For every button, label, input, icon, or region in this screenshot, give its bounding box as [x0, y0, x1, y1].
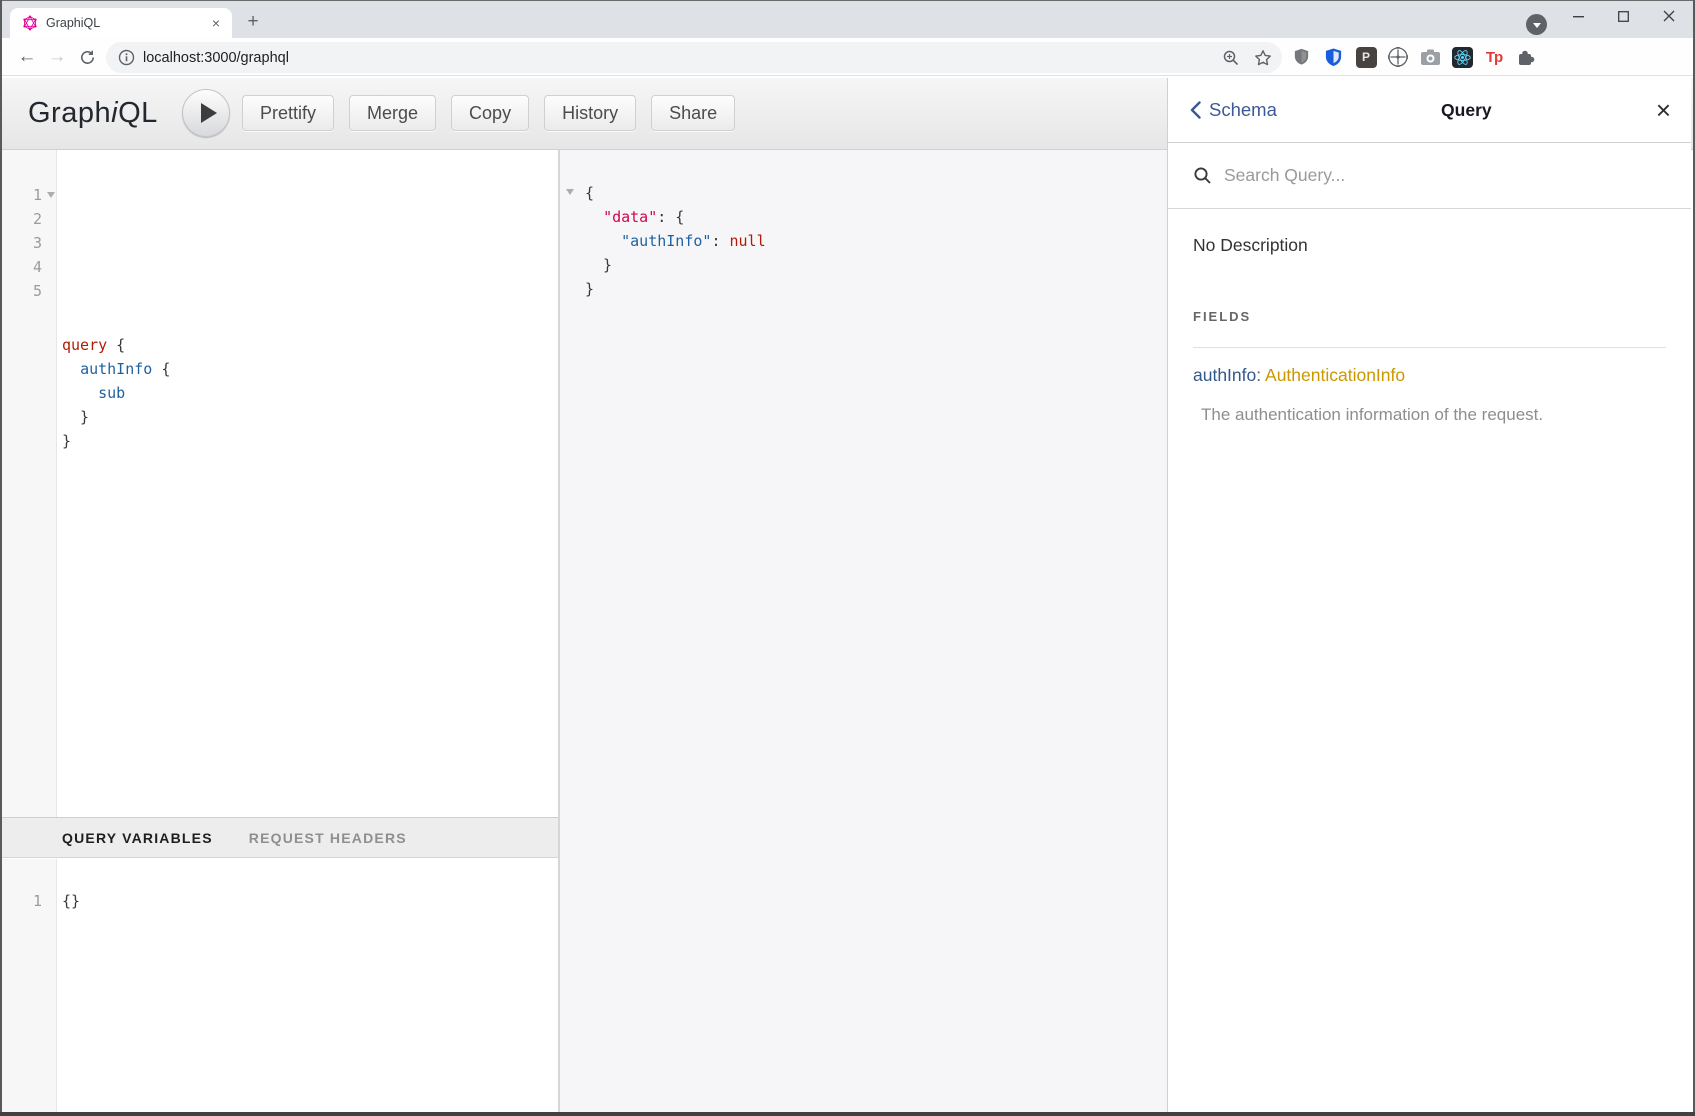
field-name-link[interactable]: authInfo: [1193, 365, 1256, 385]
doc-explorer-panel: Schema Query × No Description FIELDS aut…: [1167, 78, 1691, 1112]
bottom-tab-bar: QUERY VARIABLES REQUEST HEADERS: [2, 817, 558, 858]
query-editor[interactable]: 1 2 3 4 5 query { authInfo { sub } }: [2, 150, 558, 817]
fold-arrow-icon[interactable]: [47, 192, 55, 198]
ext-shield-icon[interactable]: [1289, 45, 1313, 69]
close-button[interactable]: [1646, 1, 1691, 31]
line-number-gutter: 1: [2, 859, 57, 1112]
prettify-button[interactable]: Prettify: [242, 95, 334, 131]
window-border-left: [0, 0, 2, 1116]
doc-back-label: Schema: [1209, 99, 1277, 121]
share-button[interactable]: Share: [651, 95, 735, 131]
tab-request-headers[interactable]: REQUEST HEADERS: [249, 830, 407, 846]
new-tab-button[interactable]: +: [240, 10, 266, 36]
chevron-down-icon: [1533, 23, 1541, 28]
maximize-button[interactable]: [1601, 1, 1646, 31]
address-bar[interactable]: localhost:3000/graphql: [106, 42, 1282, 73]
merge-button[interactable]: Merge: [349, 95, 436, 131]
window-border-bottom: [0, 1112, 1695, 1116]
result-viewer: { "data": { "authInfo": null } }: [560, 150, 1167, 1112]
forward-button[interactable]: →: [42, 38, 72, 76]
fields-heading: FIELDS: [1193, 309, 1666, 324]
bookmark-star-icon[interactable]: [1254, 49, 1272, 67]
type-name-link[interactable]: AuthenticationInfo: [1265, 365, 1405, 385]
browser-tab[interactable]: GraphiQL ×: [10, 8, 232, 38]
url-text[interactable]: localhost:3000/graphql: [143, 50, 1222, 66]
browser-toolbar: ← → localhost:3000/graphql: [2, 38, 1693, 76]
variables-editor[interactable]: 1 {}: [2, 859, 558, 1112]
back-button[interactable]: ←: [12, 38, 42, 76]
window-border-top: [0, 0, 1695, 1]
search-icon: [1193, 166, 1212, 185]
browser-window: GraphiQL × + ← →: [0, 0, 1695, 1116]
fold-arrow-icon[interactable]: [566, 189, 574, 195]
ext-tp-icon[interactable]: Tp: [1482, 45, 1506, 69]
doc-close-icon[interactable]: ×: [1656, 97, 1671, 123]
field-item: authInfo: AuthenticationInfo: [1193, 365, 1666, 386]
tab-title: GraphiQL: [46, 16, 208, 30]
ext-react-devtools-icon[interactable]: [1450, 45, 1474, 69]
tab-query-variables[interactable]: QUERY VARIABLES: [62, 830, 213, 846]
type-description: No Description: [1193, 235, 1666, 256]
doc-title: Query: [1277, 100, 1656, 121]
history-button[interactable]: History: [544, 95, 636, 131]
ext-camera-icon[interactable]: [1418, 45, 1442, 69]
chevron-left-icon: [1190, 101, 1201, 119]
window-controls: [1556, 1, 1691, 31]
line-number-gutter: 1 2 3 4 5: [2, 150, 57, 817]
doc-body: No Description FIELDS authInfo: Authenti…: [1168, 209, 1691, 425]
play-icon: [201, 103, 217, 123]
doc-search-row: [1168, 143, 1691, 209]
field-description: The authentication information of the re…: [1201, 405, 1666, 425]
ext-crosshair-icon[interactable]: [1386, 45, 1410, 69]
status-chevron-icon[interactable]: [1526, 14, 1547, 35]
graphql-favicon-icon: [22, 15, 38, 31]
ext-p-icon[interactable]: P: [1354, 45, 1378, 69]
minimize-button[interactable]: [1556, 1, 1601, 31]
extensions-puzzle-icon[interactable]: [1514, 45, 1538, 69]
reload-button[interactable]: [72, 38, 102, 76]
doc-back-link[interactable]: Schema: [1190, 99, 1277, 121]
tab-strip: GraphiQL × +: [2, 1, 1693, 38]
zoom-icon[interactable]: [1222, 49, 1240, 67]
doc-search-input[interactable]: [1224, 165, 1666, 186]
tab-close-icon[interactable]: ×: [208, 15, 224, 31]
fields-divider: [1193, 347, 1666, 348]
graphiql-logo: GraphiQL: [28, 78, 158, 149]
doc-explorer-header: Schema Query ×: [1168, 78, 1691, 143]
ext-bitwarden-icon[interactable]: [1321, 45, 1345, 69]
info-icon[interactable]: [118, 49, 135, 66]
execute-query-button[interactable]: [182, 89, 230, 137]
copy-button[interactable]: Copy: [451, 95, 529, 131]
